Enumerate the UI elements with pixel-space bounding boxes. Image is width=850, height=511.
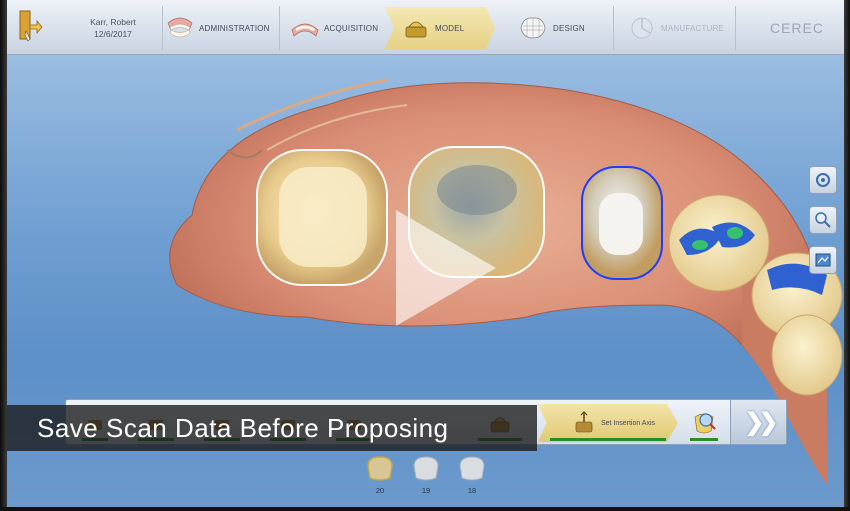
tab-design-label: DESIGN xyxy=(553,23,585,33)
substep-set-insertion-axis[interactable]: Set Insertion Axis xyxy=(538,404,678,442)
substep-underline xyxy=(550,438,666,441)
tooth-icon xyxy=(459,456,485,481)
tab-acquisition[interactable]: ACQUISITION xyxy=(290,7,382,49)
insertion-axis-icon xyxy=(575,411,593,433)
magnifier-tooth-icon xyxy=(694,413,716,434)
rotate-view-button[interactable] xyxy=(809,166,837,194)
tab-model-label: MODEL xyxy=(435,23,465,33)
model-icon xyxy=(405,21,427,38)
video-caption-banner: Save Scan Data Before Proposing xyxy=(7,405,537,451)
exit-door-icon xyxy=(19,10,43,42)
view-tools xyxy=(809,166,839,286)
patient-date: 12/6/2017 xyxy=(94,29,132,39)
substep-underline xyxy=(690,438,718,441)
tooth-number: 18 xyxy=(467,486,477,495)
tooth-selector: 20 19 18 xyxy=(363,454,489,500)
next-step-button[interactable]: ❯❯ xyxy=(730,400,786,444)
tooth-icon xyxy=(367,456,393,481)
dentition-icon xyxy=(167,17,193,38)
tooth-icon xyxy=(413,456,439,481)
patient-info[interactable]: Karr, Robert 12/6/2017 xyxy=(67,16,159,40)
tooth-number: 19 xyxy=(421,486,431,495)
divider xyxy=(613,6,614,50)
tab-model[interactable]: MODEL xyxy=(385,7,495,49)
home-button[interactable] xyxy=(17,9,43,45)
video-play-overlay-icon[interactable] xyxy=(396,210,496,326)
tooth-20[interactable]: 20 xyxy=(363,454,397,500)
caption-text: Save Scan Data Before Proposing xyxy=(37,412,449,443)
substep-set-insertion-axis-label: Set Insertion Axis xyxy=(600,419,656,427)
crown-design-icon xyxy=(520,17,546,39)
workflow-bar: Karr, Robert 12/6/2017 ADMINISTRATION AC… xyxy=(7,0,844,55)
tooth-19[interactable]: 19 xyxy=(409,454,443,500)
zoom-view-button[interactable] xyxy=(809,206,837,234)
cerec-app-window: Karr, Robert 12/6/2017 ADMINISTRATION AC… xyxy=(0,0,850,511)
double-chevron-right-icon: ❯❯ xyxy=(744,408,778,436)
tab-administration-label: ADMINISTRATION xyxy=(199,23,270,33)
model-view-icon xyxy=(815,253,831,267)
zoom-view-icon xyxy=(815,212,831,228)
divider xyxy=(162,6,163,50)
divider xyxy=(735,6,736,50)
tab-manufacture-label: MANUFACTURE xyxy=(661,23,725,33)
patient-name: Karr, Robert xyxy=(90,17,136,27)
window-frame-bottom xyxy=(0,507,850,511)
jaw-scan-icon xyxy=(291,23,319,37)
tab-design[interactable]: DESIGN xyxy=(517,7,607,49)
window-frame-right xyxy=(844,0,850,511)
rotate-view-icon xyxy=(816,173,830,187)
tab-manufacture[interactable]: MANUFACTURE xyxy=(627,7,737,49)
tooth-number: 20 xyxy=(375,486,385,495)
tab-administration[interactable]: ADMINISTRATION xyxy=(165,7,280,49)
model-view-button[interactable] xyxy=(809,246,837,274)
divider xyxy=(279,6,280,50)
milling-icon xyxy=(631,17,653,39)
brand-logo: CEREC xyxy=(769,20,824,36)
tab-acquisition-label: ACQUISITION xyxy=(324,23,379,33)
substep-trim-model[interactable] xyxy=(678,404,730,442)
window-frame-left xyxy=(0,0,7,511)
tooth-18[interactable]: 18 xyxy=(455,454,489,500)
